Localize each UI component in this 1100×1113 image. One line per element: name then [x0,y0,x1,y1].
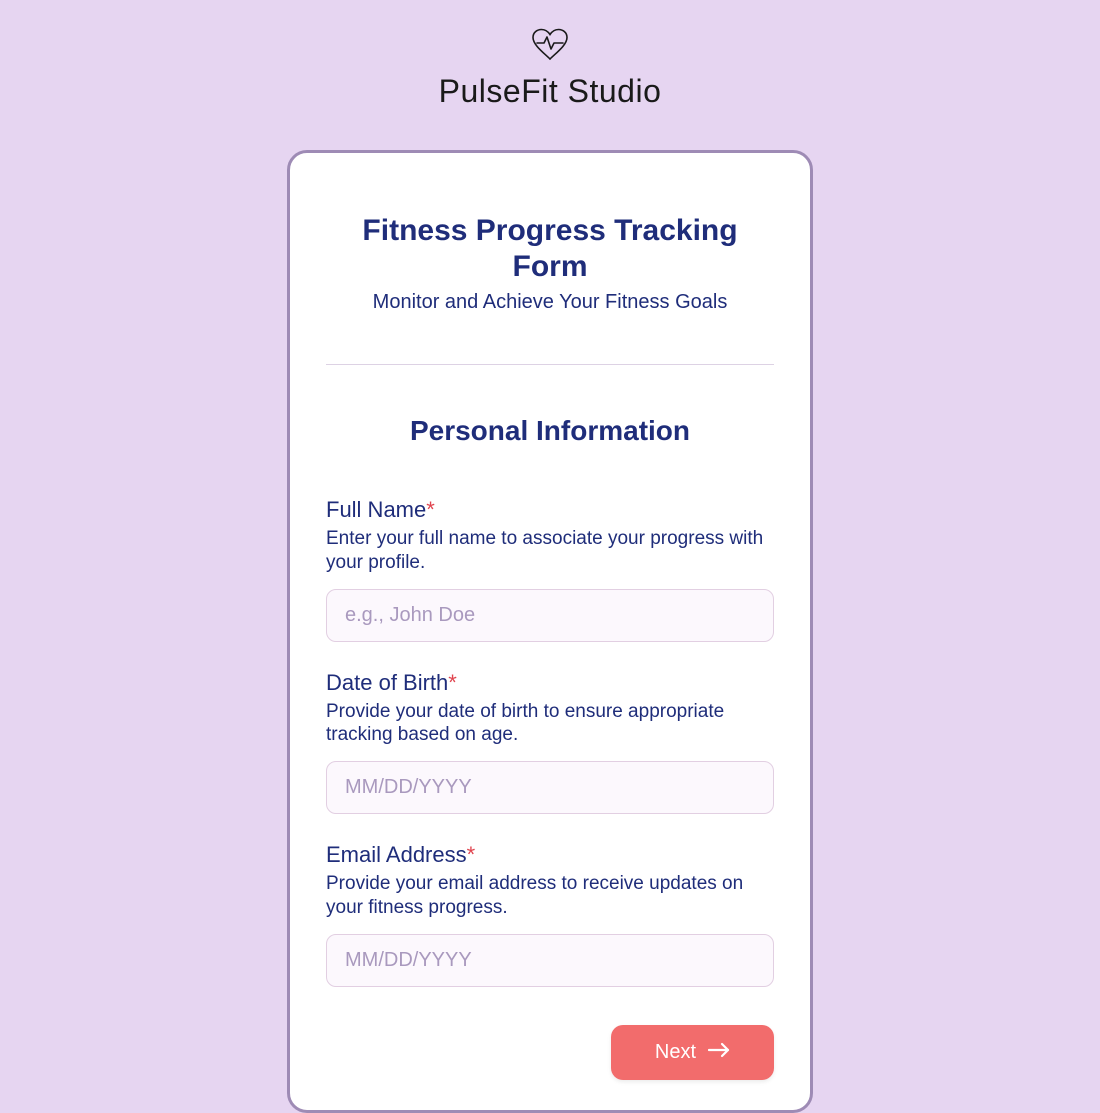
email-help: Provide your email address to receive up… [326,872,774,920]
logo-block: PulseFit Studio [439,28,662,110]
required-star: * [426,497,435,522]
brand-name: PulseFit Studio [439,73,662,110]
section-title: Personal Information [326,415,774,447]
full-name-help: Enter your full name to associate your p… [326,527,774,575]
email-label-text: Email Address [326,842,467,867]
dob-label: Date of Birth* [326,670,774,696]
full-name-label: Full Name* [326,497,774,523]
arrow-right-icon [708,1041,730,1064]
dob-input[interactable] [326,761,774,814]
form-title: Fitness Progress Tracking Form [326,213,774,285]
required-star: * [467,842,476,867]
button-row: Next [326,1025,774,1080]
next-button-label: Next [655,1041,696,1064]
full-name-label-text: Full Name [326,497,426,522]
field-full-name: Full Name* Enter your full name to assoc… [326,497,774,642]
heart-pulse-icon [530,28,570,67]
dob-label-text: Date of Birth [326,670,448,695]
dob-help: Provide your date of birth to ensure app… [326,700,774,748]
divider [326,364,774,365]
email-input[interactable] [326,934,774,987]
field-dob: Date of Birth* Provide your date of birt… [326,670,774,815]
full-name-input[interactable] [326,589,774,642]
email-label: Email Address* [326,842,774,868]
page-container: PulseFit Studio Fitness Progress Trackin… [0,0,1100,1113]
required-star: * [448,670,457,695]
next-button[interactable]: Next [611,1025,774,1080]
form-card: Fitness Progress Tracking Form Monitor a… [287,150,813,1113]
form-subtitle: Monitor and Achieve Your Fitness Goals [326,291,774,314]
field-email: Email Address* Provide your email addres… [326,842,774,987]
